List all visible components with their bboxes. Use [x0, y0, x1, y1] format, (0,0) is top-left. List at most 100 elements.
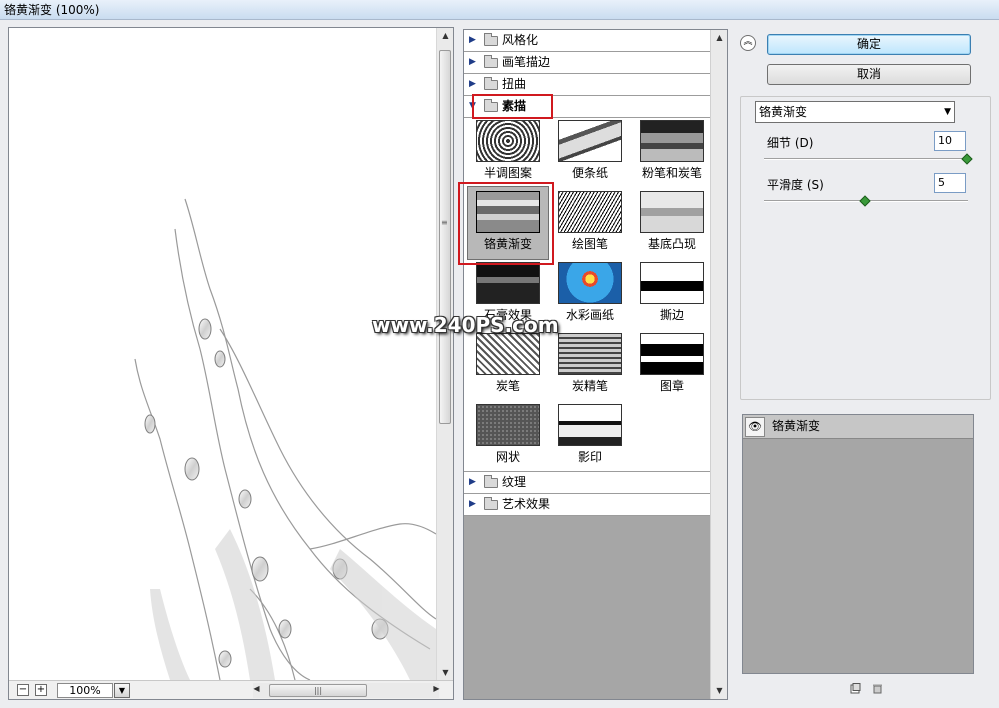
- folder-icon: [484, 33, 498, 46]
- scroll-down-icon[interactable]: ▼: [712, 686, 727, 695]
- filter-thumbnail: [558, 262, 622, 304]
- filter-category-list: ▶ 风格化 ▶ 画笔描边 ▶ 扭曲 ▼ 素描 半调图案 便条纸 粉笔和炭笔 铬黄…: [464, 30, 711, 699]
- ok-button[interactable]: 确定: [767, 34, 971, 55]
- filter-label: 绘图笔: [571, 237, 608, 251]
- filter-thumbnail: [640, 191, 704, 233]
- window-title: 铬黄渐变 (100%): [0, 0, 999, 20]
- filter-label: 炭精笔: [571, 379, 608, 393]
- filter-label: 网状: [495, 450, 520, 464]
- expand-triangle-icon[interactable]: ▶: [469, 52, 476, 73]
- filter-thumbnail: [558, 120, 622, 162]
- filter-thumbnail: [558, 404, 622, 446]
- scroll-up-icon[interactable]: ▲: [438, 31, 453, 40]
- category-artistic[interactable]: ▶ 艺术效果: [464, 494, 711, 516]
- double-chevron-up-icon: ︽: [743, 37, 753, 47]
- filter-select[interactable]: 铬黄渐变 ▼: [755, 101, 955, 123]
- filter-chalk-charcoal[interactable]: 粉笔和炭笔: [628, 120, 718, 190]
- scroll-down-icon[interactable]: ▼: [438, 668, 453, 677]
- filter-stamp[interactable]: 图章: [628, 333, 718, 403]
- preview-vscroll-thumb[interactable]: [439, 50, 451, 424]
- category-label: 扭曲: [502, 77, 527, 91]
- chrome-preview-image: [134, 198, 436, 680]
- filter-label: 图章: [659, 379, 684, 393]
- preview-vertical-scrollbar[interactable]: ▲ ≡ ▼: [436, 28, 453, 681]
- category-texture[interactable]: ▶ 纹理: [464, 472, 711, 494]
- trash-icon[interactable]: [872, 683, 883, 694]
- filter-label: 水彩画纸: [565, 308, 614, 322]
- detail-slider-track[interactable]: [764, 158, 968, 160]
- cancel-button[interactable]: 取消: [767, 64, 971, 85]
- filter-thumbnail: [476, 333, 540, 375]
- smoothness-input[interactable]: 5: [934, 173, 966, 193]
- preview-hscroll-thumb[interactable]: |||: [269, 684, 367, 697]
- category-label: 纹理: [502, 475, 527, 489]
- filter-label: 便条纸: [571, 166, 608, 180]
- expand-triangle-icon[interactable]: ▶: [469, 30, 476, 51]
- folder-icon: [484, 475, 498, 488]
- filter-thumbnail: [476, 404, 540, 446]
- annotation-highlight-filter: [458, 182, 554, 265]
- filter-photocopy[interactable]: 影印: [546, 404, 636, 474]
- filter-graphic-pen[interactable]: 绘图笔: [546, 191, 636, 261]
- filter-thumbnail: [640, 333, 704, 375]
- effect-layers-panel: 👁 铬黄渐变: [742, 414, 974, 674]
- annotation-highlight-category: [472, 94, 553, 119]
- category-label: 风格化: [502, 33, 539, 47]
- filter-torn-edges[interactable]: 撕边: [628, 262, 718, 332]
- effect-layer-row[interactable]: 👁 铬黄渐变: [743, 415, 973, 439]
- filter-label: 基底凸现: [647, 237, 696, 251]
- filter-reticulation[interactable]: 网状: [464, 404, 554, 474]
- filter-thumbnail: [476, 120, 540, 162]
- filter-thumbnail: [558, 333, 622, 375]
- expand-triangle-icon[interactable]: ▶: [469, 472, 476, 493]
- scroll-left-icon[interactable]: ◀: [249, 684, 264, 693]
- filter-label: 影印: [577, 450, 602, 464]
- filter-water-paper[interactable]: 水彩画纸: [546, 262, 636, 332]
- filter-thumbnail: [640, 120, 704, 162]
- filter-thumbnail: [476, 262, 540, 304]
- chevron-down-icon: ▼: [118, 686, 126, 695]
- expand-triangle-icon[interactable]: ▶: [469, 74, 476, 95]
- detail-input[interactable]: 10: [934, 131, 966, 151]
- filter-charcoal[interactable]: 炭笔: [464, 333, 554, 403]
- preview-bottom-bar: − + 100% ▼ ◀ ||| ▶: [9, 680, 453, 699]
- zoom-dropdown-button[interactable]: ▼: [114, 683, 130, 698]
- filter-thumbnail: [558, 191, 622, 233]
- filter-label: 炭笔: [495, 379, 520, 393]
- scroll-right-icon[interactable]: ▶: [429, 684, 444, 693]
- category-brush-strokes[interactable]: ▶ 画笔描边: [464, 52, 711, 74]
- filter-bas-relief[interactable]: 基底凸现: [628, 191, 718, 261]
- filter-note-paper[interactable]: 便条纸: [546, 120, 636, 190]
- filter-select-value: 铬黄渐变: [759, 105, 808, 119]
- category-stylize[interactable]: ▶ 风格化: [464, 30, 711, 52]
- filter-conte-crayon[interactable]: 炭精笔: [546, 333, 636, 403]
- filter-halftone-pattern[interactable]: 半调图案: [464, 120, 554, 190]
- folder-icon: [484, 55, 498, 68]
- detail-label: 细节 (D): [767, 136, 814, 150]
- collapse-gallery-button[interactable]: ︽: [740, 35, 756, 51]
- zoom-level-field[interactable]: 100%: [57, 683, 113, 698]
- zoom-in-button[interactable]: +: [35, 684, 47, 696]
- zoom-out-button[interactable]: −: [17, 684, 29, 696]
- expand-triangle-icon[interactable]: ▶: [469, 494, 476, 515]
- filter-label: 粉笔和炭笔: [641, 166, 702, 180]
- new-effect-layer-icon[interactable]: [850, 683, 861, 694]
- preview-panel: ▲ ≡ ▼ − + 100% ▼ ◀ ||| ▶: [8, 27, 454, 700]
- preview-horizontal-scrollbar[interactable]: ◀ ||| ▶: [253, 683, 440, 698]
- effect-layer-name: 铬黄渐变: [772, 419, 821, 433]
- eye-icon[interactable]: 👁: [745, 417, 765, 437]
- preview-canvas[interactable]: [10, 29, 436, 680]
- chevron-down-icon: ▼: [944, 107, 951, 117]
- filter-label: 半调图案: [483, 166, 532, 180]
- gallery-vertical-scrollbar[interactable]: ▲ ▼: [710, 30, 727, 699]
- watermark-text: www.240PS.com: [372, 313, 559, 337]
- folder-icon: [484, 497, 498, 510]
- sketch-filter-thumbnails: 半调图案 便条纸 粉笔和炭笔 铬黄渐变 绘图笔 基底凸现 石膏效果 水彩画纸 撕…: [464, 118, 711, 472]
- category-label: 艺术效果: [502, 497, 551, 511]
- scroll-up-icon[interactable]: ▲: [712, 33, 727, 42]
- folder-icon: [484, 77, 498, 90]
- filter-thumbnail: [640, 262, 704, 304]
- filter-label: 撕边: [659, 308, 684, 322]
- category-distort[interactable]: ▶ 扭曲: [464, 74, 711, 96]
- grip-icon: ≡: [441, 218, 448, 227]
